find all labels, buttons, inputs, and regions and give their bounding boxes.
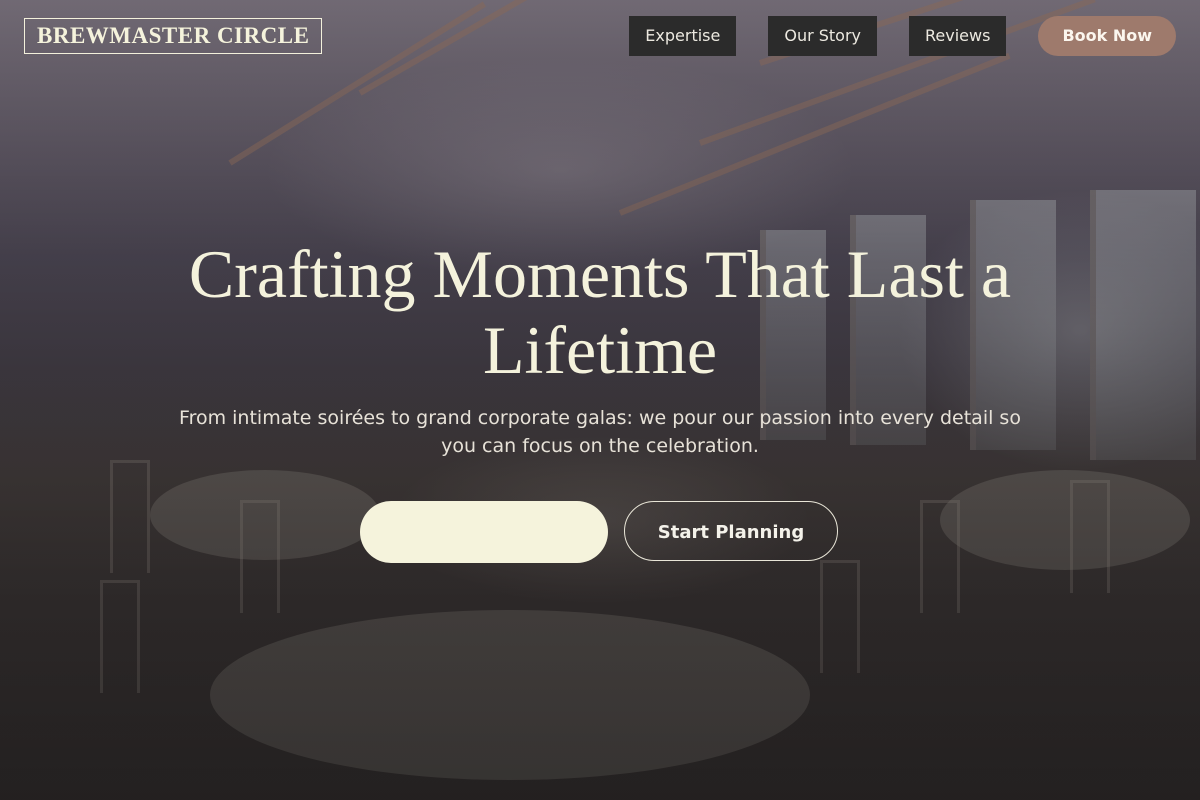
nav-link-our-story[interactable]: Our Story bbox=[768, 16, 878, 56]
hero-headline: Crafting Moments That Last a Lifetime bbox=[188, 236, 1012, 388]
start-planning-button[interactable]: Start Planning bbox=[624, 501, 838, 561]
nav-link-expertise[interactable]: Expertise bbox=[629, 16, 737, 56]
main-nav: Expertise Our Story Reviews Book Now bbox=[629, 16, 1176, 56]
primary-cta-button[interactable] bbox=[360, 501, 608, 563]
hero-section: BREWMASTER CIRCLE Expertise Our Story Re… bbox=[0, 0, 1200, 800]
book-now-button[interactable]: Book Now bbox=[1038, 16, 1176, 56]
brand-logo[interactable]: BREWMASTER CIRCLE bbox=[24, 18, 323, 54]
hero-subtext: From intimate soirées to grand corporate… bbox=[179, 407, 1021, 457]
nav-link-reviews[interactable]: Reviews bbox=[909, 16, 1007, 56]
background-overlay bbox=[0, 0, 1200, 800]
